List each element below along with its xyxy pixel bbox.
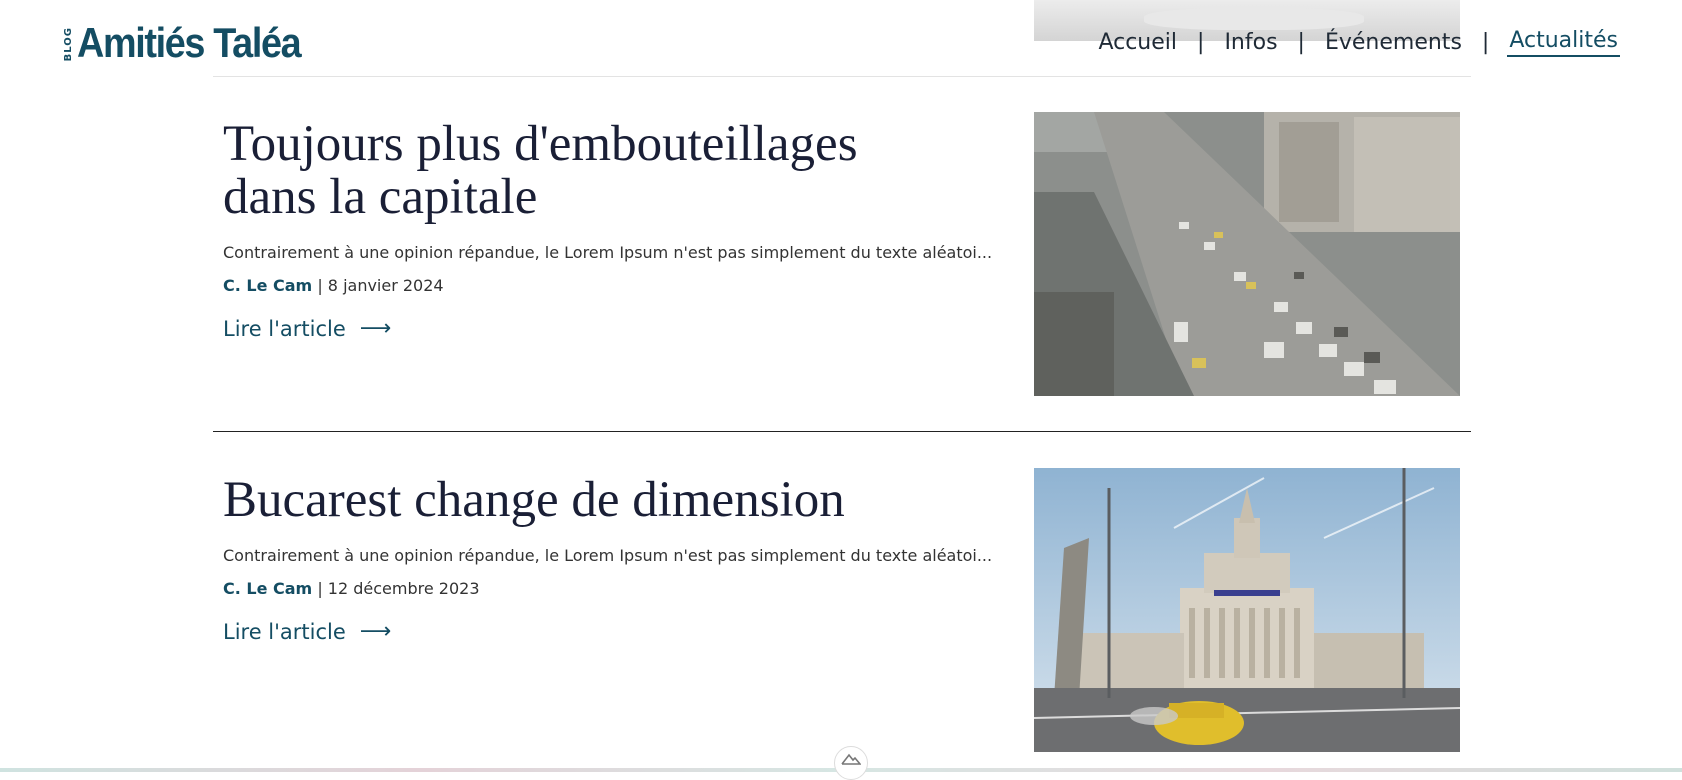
read-article-label: Lire l'article xyxy=(223,620,346,644)
logo-blog-label: BLOG xyxy=(63,26,74,61)
article-card: Bucarest change de dimension Contraireme… xyxy=(223,474,1023,645)
traffic-boulevard-photo[interactable] xyxy=(1034,112,1460,396)
main-nav: Accueil | Infos | Événements | Actualité… xyxy=(1096,28,1620,57)
mountain-icon[interactable] xyxy=(834,746,868,780)
article-meta: C. Le Cam | 8 janvier 2024 xyxy=(223,276,1023,295)
nav-separator: | xyxy=(1481,30,1490,55)
article-date: 8 janvier 2024 xyxy=(327,276,444,295)
article-date: 12 décembre 2023 xyxy=(327,579,480,598)
nav-item-infos[interactable]: Infos xyxy=(1222,30,1279,55)
header-divider xyxy=(213,76,1471,77)
read-article-link[interactable]: Lire l'article ⟶ xyxy=(223,317,391,341)
logo-title: Amitiés Taléa xyxy=(77,19,302,66)
article-title[interactable]: Toujours plus d'embouteillages dans la c… xyxy=(223,118,943,224)
arrow-right-icon: ⟶ xyxy=(359,316,392,341)
article-author[interactable]: C. Le Cam xyxy=(223,579,312,598)
read-article-label: Lire l'article xyxy=(223,317,346,341)
article-excerpt: Contrairement à une opinion répandue, le… xyxy=(223,546,993,565)
arrow-right-icon: ⟶ xyxy=(359,619,392,644)
read-article-link[interactable]: Lire l'article ⟶ xyxy=(223,620,391,644)
article-excerpt: Contrairement à une opinion répandue, le… xyxy=(223,243,993,262)
meta-separator: | xyxy=(317,276,323,295)
nav-item-actualites[interactable]: Actualités xyxy=(1507,28,1620,57)
article-title[interactable]: Bucarest change de dimension xyxy=(223,474,943,527)
article-author[interactable]: C. Le Cam xyxy=(223,276,312,295)
nav-separator: | xyxy=(1297,30,1305,55)
article-card: Toujours plus d'embouteillages dans la c… xyxy=(223,118,1023,342)
articles-divider xyxy=(213,431,1471,432)
nav-separator: | xyxy=(1197,30,1205,55)
article-meta: C. Le Cam | 12 décembre 2023 xyxy=(223,579,1023,598)
nav-item-accueil[interactable]: Accueil xyxy=(1096,30,1179,55)
site-logo[interactable]: BLOG Amitiés Taléa xyxy=(63,14,325,66)
meta-separator: | xyxy=(317,579,323,598)
nav-item-evenements[interactable]: Événements xyxy=(1323,30,1464,55)
press-house-building-photo[interactable] xyxy=(1034,468,1460,752)
